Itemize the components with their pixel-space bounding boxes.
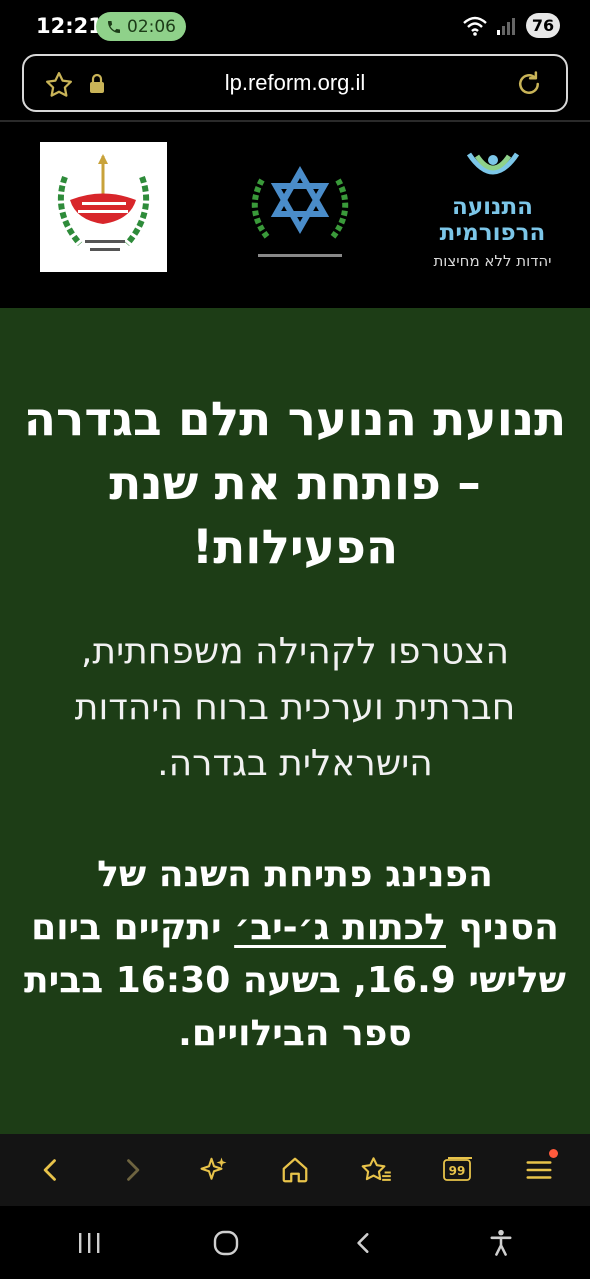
accessibility-button[interactable] bbox=[476, 1218, 526, 1268]
headline-line: – פותחת את שנת bbox=[109, 456, 481, 511]
sparkle-icon bbox=[200, 1157, 227, 1180]
tabs-count: 99 bbox=[448, 1164, 465, 1178]
headline: תנועת הנוער תלם בגדרה – פותחת את שנת הפע… bbox=[20, 388, 570, 580]
details-line: הסניף לכתות ג׳-יב׳ יתקיים ביום bbox=[10, 901, 580, 954]
status-clock: 12:21 bbox=[36, 14, 103, 38]
reform-name-line2: הרפורמית bbox=[439, 220, 546, 246]
bookmark-star-icon bbox=[362, 1157, 392, 1181]
accessibility-icon bbox=[490, 1229, 512, 1256]
tabs-button[interactable]: 99 bbox=[433, 1145, 483, 1195]
battery-indicator: 76 bbox=[526, 13, 560, 38]
tabs-icon: 99 bbox=[442, 1157, 472, 1181]
phone-icon bbox=[108, 20, 120, 33]
notification-dot bbox=[549, 1149, 559, 1158]
wreath-emblem-icon bbox=[57, 154, 150, 251]
system-navigation bbox=[0, 1206, 590, 1279]
menu-button[interactable] bbox=[514, 1145, 564, 1195]
menu-icon bbox=[526, 1161, 552, 1179]
logo-reform-movement: התנועה הרפורמית יהדות ללא מחיצות bbox=[420, 150, 565, 280]
event-details: הפנינג פתיחת השנה של הסניף לכתות ג׳-יב׳ … bbox=[10, 848, 580, 1060]
details-text: יתקיים ביום bbox=[31, 907, 235, 948]
home-icon bbox=[282, 1157, 308, 1183]
status-icons: 76 bbox=[462, 13, 560, 38]
reform-tagline: יהדות ללא מחיצות bbox=[433, 252, 552, 270]
browser-toolbar: 99 bbox=[0, 1134, 590, 1206]
headline-line: הפעילות! bbox=[191, 520, 399, 575]
back-icon bbox=[43, 1159, 56, 1181]
logo-youth-movement bbox=[240, 150, 360, 268]
reload-icon[interactable] bbox=[514, 69, 544, 99]
status-bar: 12:21 02:06 76 bbox=[0, 0, 590, 52]
bookmarks-button[interactable] bbox=[351, 1145, 401, 1195]
recent-apps-icon bbox=[78, 1232, 100, 1253]
subtext: הצטרפו לקהילה משפחתית, חברתית וערכית ברו… bbox=[30, 624, 560, 792]
signal-icon bbox=[497, 17, 515, 35]
address-bar[interactable]: lp.reform.org.il bbox=[22, 54, 568, 112]
details-line: הפנינג פתיחת השנה של bbox=[97, 854, 493, 895]
ai-assist-button[interactable] bbox=[189, 1145, 239, 1195]
home-button[interactable] bbox=[270, 1145, 320, 1195]
reform-arc-icon bbox=[466, 152, 519, 175]
grades-link[interactable]: לכתות ג׳-יב׳ bbox=[234, 907, 446, 948]
details-line: ספר הבילויים. bbox=[178, 1013, 412, 1054]
star-of-david-icon bbox=[251, 165, 349, 257]
recent-apps-button[interactable] bbox=[64, 1218, 114, 1268]
subtext-line: הצטרפו לקהילה משפחתית, bbox=[80, 631, 510, 672]
system-home-button[interactable] bbox=[201, 1218, 251, 1268]
announcement-panel: תנועת הנוער תלם בגדרה – פותחת את שנת הפע… bbox=[0, 308, 590, 1134]
forward-button[interactable] bbox=[107, 1145, 157, 1195]
logo-workers-council bbox=[40, 142, 167, 272]
chevron-left-icon bbox=[357, 1232, 369, 1253]
active-call-pill[interactable]: 02:06 bbox=[96, 12, 186, 41]
home-circle-icon bbox=[214, 1230, 239, 1255]
details-text: הסניף bbox=[445, 907, 559, 948]
back-button[interactable] bbox=[26, 1145, 76, 1195]
details-line: שלישי 16.9, בשעה 16:30 בבית bbox=[24, 960, 566, 1001]
reform-name-line1: התנועה bbox=[452, 194, 533, 220]
subtext-line: חברתית וערכית ברוח היהדות bbox=[74, 687, 516, 728]
headline-line: תנועת הנוער תלם בגדרה bbox=[23, 392, 567, 447]
partner-logos: התנועה הרפורמית יהדות ללא מחיצות bbox=[0, 122, 590, 308]
call-timer: 02:06 bbox=[127, 16, 176, 37]
url-text[interactable]: lp.reform.org.il bbox=[24, 70, 566, 96]
wifi-icon bbox=[463, 16, 487, 36]
forward-icon bbox=[127, 1159, 140, 1181]
system-back-button[interactable] bbox=[339, 1218, 389, 1268]
subtext-line: הישראלית בגדרה. bbox=[157, 743, 433, 784]
